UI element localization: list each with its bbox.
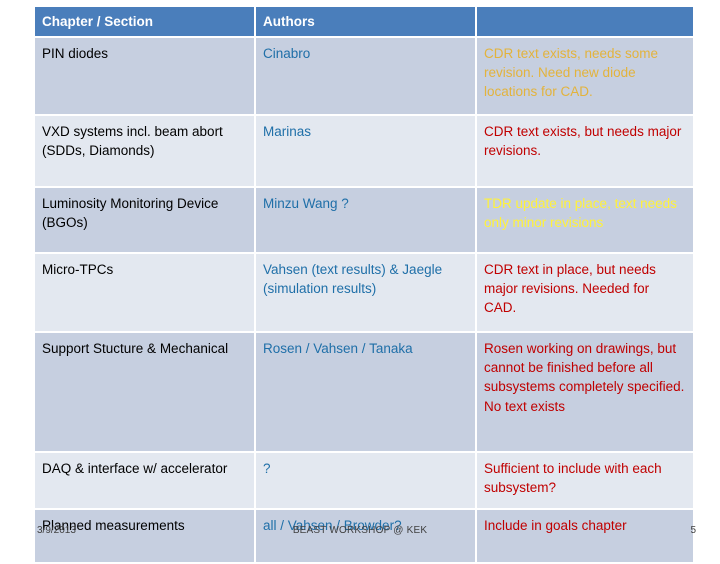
column-header-section: Chapter / Section — [35, 7, 254, 37]
cell-section: Luminosity Monitoring Device (BGOs) — [35, 188, 254, 253]
table-header: Chapter / Section Authors — [35, 7, 693, 37]
cell-authors: Marinas — [256, 116, 475, 187]
cell-status: Rosen working on drawings, but cannot be… — [477, 333, 693, 452]
cell-authors: Vahsen (text results) & Jaegle (simulati… — [256, 254, 475, 332]
table-row: Luminosity Monitoring Device (BGOs) Minzu… — [35, 188, 693, 253]
cell-section: Support Stucture & Mechanical — [35, 333, 254, 452]
table-header-row: Chapter / Section Authors — [35, 7, 693, 37]
table-row: PIN diodes Cinabro CDR text exists, needs … — [35, 38, 693, 115]
footer-title: BEAST WORKSHOP @ KEK — [292, 525, 428, 536]
cell-status: Sufficient to include with each subsyste… — [477, 453, 693, 509]
cell-section: PIN diodes — [35, 38, 254, 115]
slide: Chapter / Section Authors PIN diodes Cina… — [0, 0, 720, 563]
cell-section: VXD systems incl. beam abort (SDDs, Diam… — [35, 116, 254, 187]
footer-page-number: 5 — [690, 525, 696, 536]
table-row: Micro-TPCs Vahsen (text results) & Jaegle… — [35, 254, 693, 332]
cell-status: CDR text exists, needs some revision. Ne… — [477, 38, 693, 115]
table-body: PIN diodes Cinabro CDR text exists, needs … — [35, 38, 693, 563]
column-header-status — [477, 7, 693, 37]
cell-authors: Minzu Wang ? — [256, 188, 475, 253]
cell-status: CDR text exists, but needs major revisio… — [477, 116, 693, 187]
cell-status: CDR text in place, but needs major revis… — [477, 254, 693, 332]
table-row: VXD systems incl. beam abort (SDDs, Diam… — [35, 116, 693, 187]
cell-authors: Rosen / Vahsen / Tanaka — [256, 333, 475, 452]
slide-footer: 3/9/2013 BEAST WORKSHOP @ KEK 5 — [0, 523, 720, 540]
cell-status: TDR update in place, text needs only min… — [477, 188, 693, 253]
chapter-status-table: Chapter / Section Authors PIN diodes Cina… — [33, 5, 695, 564]
column-header-authors: Authors — [256, 7, 475, 37]
table-row: Support Stucture & Mechanical Rosen / Vah… — [35, 333, 693, 452]
cell-section: Micro-TPCs — [35, 254, 254, 332]
table-row: DAQ & interface w/ accelerator? Sufficien… — [35, 453, 693, 509]
cell-section: DAQ & interface w/ accelerator — [35, 453, 254, 509]
cell-authors: ? — [256, 453, 475, 509]
cell-authors: Cinabro — [256, 38, 475, 115]
